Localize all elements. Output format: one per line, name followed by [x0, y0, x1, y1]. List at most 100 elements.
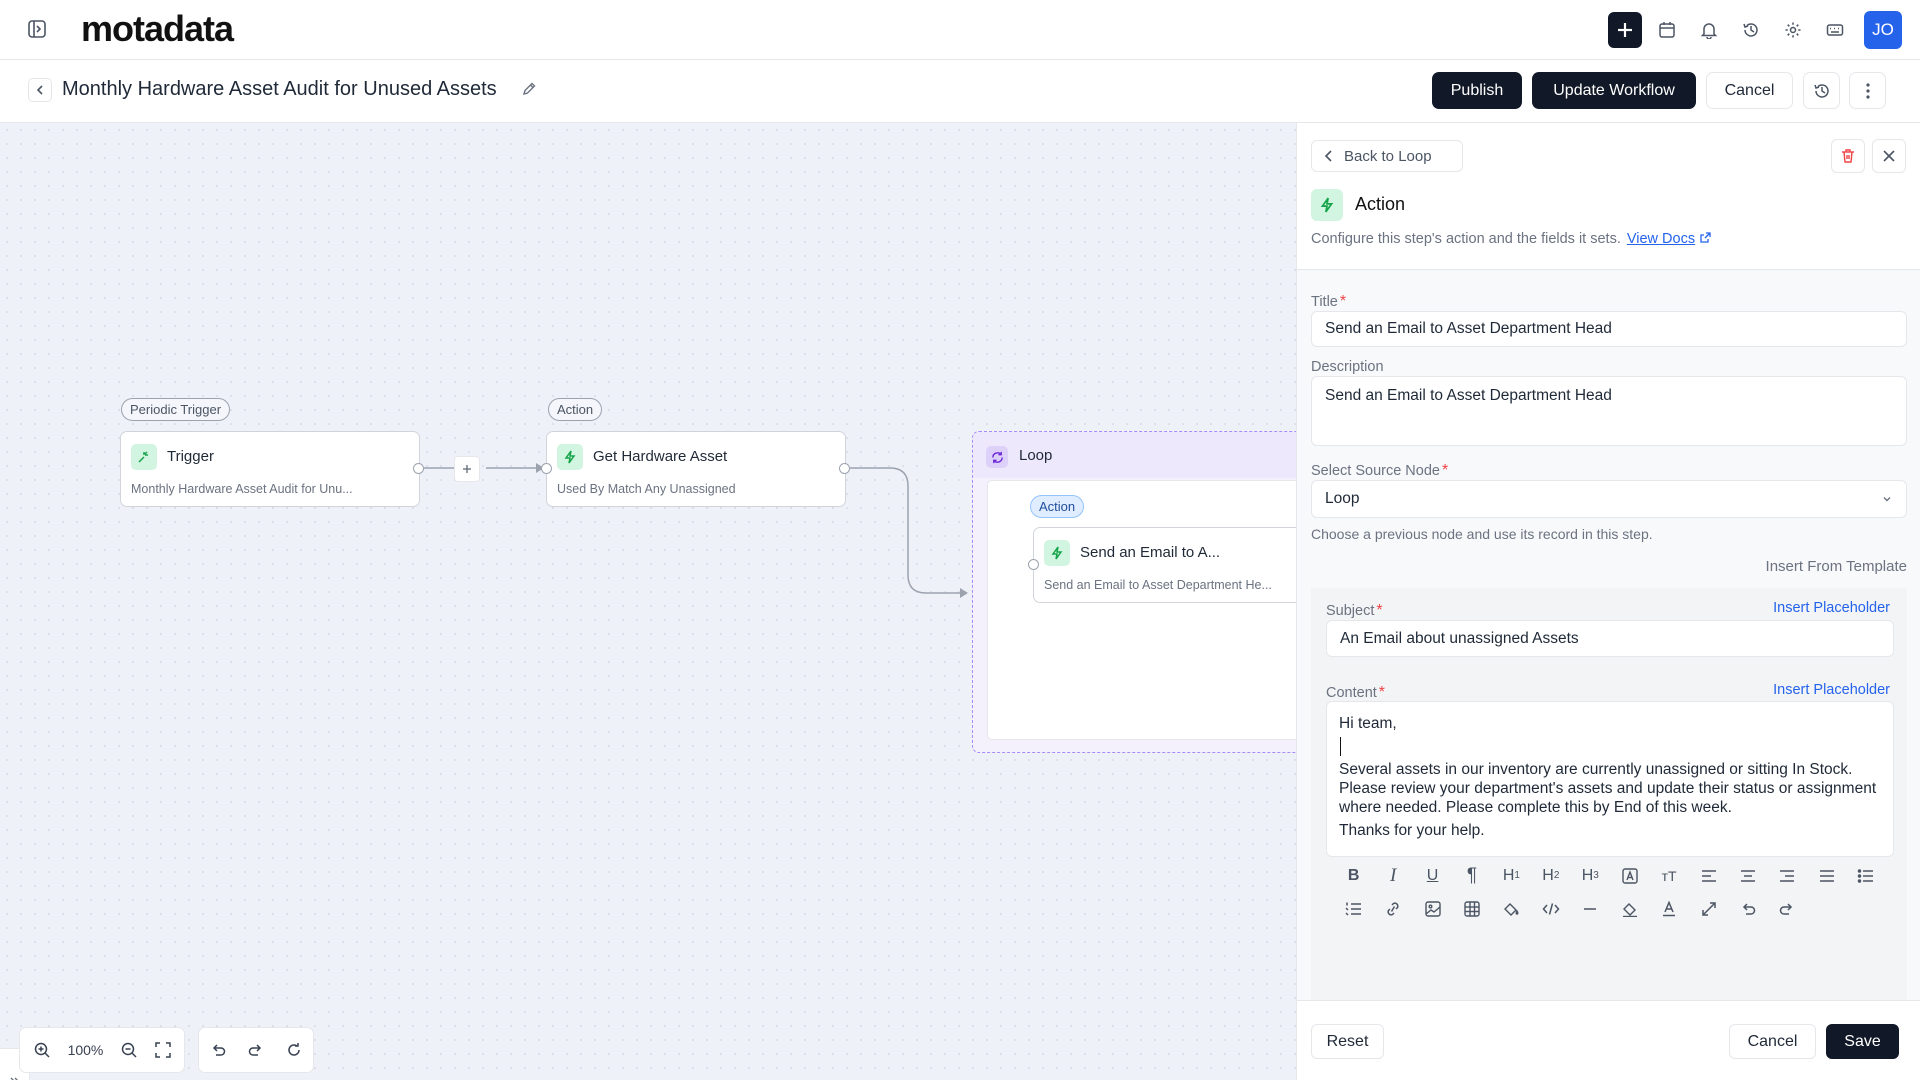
heading-3-icon[interactable]: H3 — [1582, 867, 1599, 885]
description-text: Configure this step's action and the fie… — [1311, 231, 1621, 247]
publish-button[interactable]: Publish — [1432, 72, 1522, 109]
redo-icon[interactable] — [1779, 901, 1795, 917]
back-button[interactable] — [28, 78, 52, 102]
chevron-left-icon — [1324, 150, 1332, 162]
content-greeting: Hi team, — [1339, 715, 1397, 732]
add-step-button[interactable] — [454, 456, 480, 482]
font-size-icon[interactable] — [1621, 867, 1639, 885]
content-paragraph: Several assets in our inventory are curr… — [1339, 761, 1877, 816]
trigger-node[interactable]: Trigger Monthly Hardware Asset Audit for… — [120, 431, 420, 507]
subject-input[interactable]: An Email about unassigned Assets — [1326, 620, 1894, 657]
text-cursor — [1340, 737, 1341, 756]
title-input[interactable]: Send an Email to Asset Department Head — [1311, 311, 1907, 347]
content-label: Content * — [1326, 684, 1386, 701]
content-signoff: Thanks for your help. — [1339, 822, 1485, 839]
top-bar: motadata JO — [0, 0, 1920, 60]
get-hardware-asset-node[interactable]: Get Hardware Asset Used By Match Any Una… — [546, 431, 846, 507]
undo-icon[interactable] — [1740, 901, 1756, 917]
text-case-icon[interactable]: тT — [1662, 868, 1677, 884]
insert-placeholder-link[interactable]: Insert Placeholder — [1773, 600, 1890, 616]
description-label: Description — [1311, 359, 1384, 375]
trash-icon[interactable] — [1831, 139, 1865, 173]
reset-button[interactable]: Reset — [1311, 1024, 1384, 1059]
node-title: Get Hardware Asset — [593, 448, 728, 465]
heading-1-icon[interactable]: H1 — [1503, 867, 1520, 885]
code-icon[interactable] — [1542, 901, 1560, 917]
fit-view-icon[interactable] — [155, 1042, 172, 1058]
calendar-icon[interactable] — [1650, 12, 1684, 48]
description-textarea[interactable]: Send an Email to Asset Department Head — [1311, 376, 1907, 446]
numbered-list-icon[interactable] — [1345, 901, 1363, 917]
zoom-in-icon[interactable] — [33, 1041, 51, 1059]
input-port[interactable] — [1028, 559, 1039, 570]
underline-icon[interactable]: U — [1427, 867, 1439, 885]
align-left-icon[interactable] — [1700, 868, 1718, 884]
loop-node[interactable]: Loop Action Send an Email to A... Send a… — [972, 431, 1296, 753]
text-color-icon[interactable] — [1660, 900, 1678, 917]
more-vertical-icon[interactable] — [1849, 72, 1886, 109]
back-label: Back to Loop — [1344, 147, 1432, 165]
insert-from-template-link[interactable]: Insert From Template — [1766, 558, 1907, 575]
lightning-icon — [1311, 189, 1343, 221]
workflow-canvas[interactable]: Periodic Trigger Trigger Monthly Hardwar… — [0, 123, 1296, 1080]
history-icon[interactable] — [1803, 72, 1840, 109]
bell-icon[interactable] — [1692, 12, 1726, 48]
image-icon[interactable] — [1424, 900, 1442, 917]
undo-icon[interactable] — [210, 1042, 226, 1058]
bullet-list-icon[interactable] — [1857, 868, 1875, 884]
gear-icon[interactable] — [1776, 12, 1810, 48]
panel-footer: Reset Cancel Save — [1297, 1000, 1920, 1080]
redo-icon[interactable] — [248, 1042, 264, 1058]
save-button[interactable]: Save — [1826, 1024, 1899, 1059]
heading-2-icon[interactable]: H2 — [1542, 867, 1559, 885]
plus-icon[interactable] — [1608, 12, 1642, 48]
zoom-out-icon[interactable] — [120, 1041, 138, 1059]
refresh-icon[interactable] — [286, 1042, 302, 1058]
input-port[interactable] — [541, 463, 552, 474]
bold-icon[interactable]: B — [1348, 867, 1360, 885]
lightning-icon — [1044, 540, 1070, 566]
lightning-icon — [557, 444, 583, 470]
source-node-select[interactable]: Loop — [1311, 480, 1907, 518]
table-icon[interactable] — [1463, 900, 1481, 917]
history-icon[interactable] — [1734, 12, 1768, 48]
align-right-icon[interactable] — [1778, 868, 1796, 884]
paragraph-icon[interactable]: ¶ — [1467, 865, 1477, 887]
history-controls — [198, 1027, 314, 1073]
loop-body: Action Send an Email to A... Send an Ema… — [987, 480, 1296, 740]
pencil-icon[interactable] — [521, 81, 537, 97]
content-editor[interactable]: Hi team, Several assets in our inventory… — [1326, 701, 1894, 857]
app-logo[interactable]: motadata — [81, 8, 234, 50]
panel-heading: Action — [1355, 194, 1406, 214]
zoom-level: 100% — [67, 1042, 104, 1058]
update-workflow-button[interactable]: Update Workflow — [1532, 72, 1696, 109]
horizontal-rule-icon[interactable] — [1581, 901, 1599, 917]
selected-value: Loop — [1325, 490, 1360, 507]
align-center-icon[interactable] — [1739, 868, 1757, 884]
title-label: Title * — [1311, 293, 1347, 310]
view-docs-link[interactable]: View Docs — [1627, 231, 1695, 247]
close-icon[interactable] — [1872, 139, 1906, 173]
back-to-loop-button[interactable]: Back to Loop — [1311, 140, 1463, 172]
cancel-button[interactable]: Cancel — [1706, 72, 1793, 109]
align-justify-icon[interactable] — [1818, 868, 1836, 884]
fill-color-icon[interactable] — [1502, 901, 1520, 917]
clear-format-icon[interactable] — [1700, 901, 1718, 917]
keyboard-icon[interactable] — [1818, 12, 1852, 48]
cancel-button[interactable]: Cancel — [1729, 1024, 1816, 1059]
node-title: Trigger — [167, 448, 214, 465]
sidebar-toggle-icon[interactable] — [24, 16, 50, 42]
node-title: Send an Email to A... — [1080, 544, 1221, 561]
subject-label: Subject * — [1326, 602, 1383, 619]
highlight-icon[interactable] — [1621, 901, 1639, 917]
avatar[interactable]: JO — [1864, 11, 1902, 49]
send-email-node[interactable]: Send an Email to A... Send an Email to A… — [1033, 527, 1296, 603]
output-port[interactable] — [413, 463, 424, 474]
trigger-icon — [131, 444, 157, 470]
source-node-hint: Choose a previous node and use its recor… — [1311, 526, 1653, 542]
insert-placeholder-link[interactable]: Insert Placeholder — [1773, 682, 1890, 698]
node-subtitle: Used By Match Any Unassigned — [557, 482, 736, 496]
output-port[interactable] — [839, 463, 850, 474]
link-icon[interactable] — [1384, 901, 1402, 917]
italic-icon[interactable]: I — [1390, 865, 1396, 887]
